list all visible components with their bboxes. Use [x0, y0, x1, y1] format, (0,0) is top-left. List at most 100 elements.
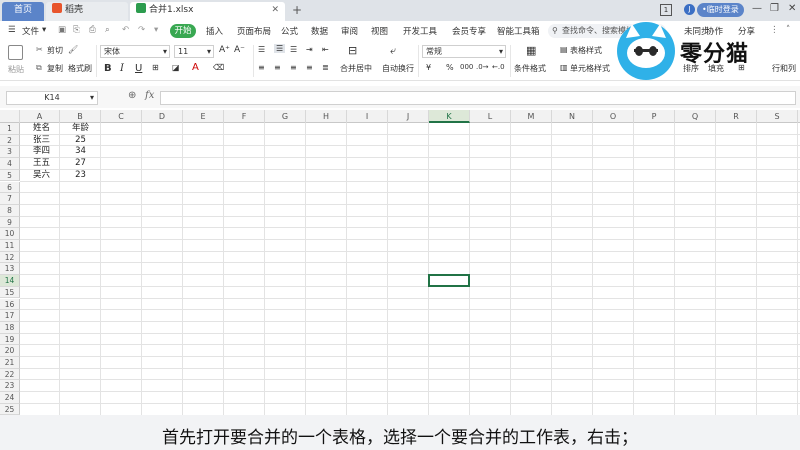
- hamburger-icon[interactable]: ☰: [8, 25, 16, 35]
- font-name-select[interactable]: 宋体 ▾: [100, 45, 170, 58]
- print-icon[interactable]: ⎙: [89, 25, 96, 35]
- new-tab-icon[interactable]: +: [292, 2, 302, 19]
- increase-font-icon[interactable]: A⁺: [219, 45, 230, 55]
- minimize-icon[interactable]: —: [752, 3, 762, 14]
- bold-button[interactable]: B: [104, 63, 112, 74]
- menu-member[interactable]: 会员专享: [452, 25, 486, 37]
- row-header-11[interactable]: 11: [0, 240, 20, 252]
- cell-style-button[interactable]: 单元格样式: [570, 63, 610, 74]
- underline-button[interactable]: U: [135, 63, 142, 74]
- column-header-d[interactable]: D: [142, 110, 183, 123]
- row-header-24[interactable]: 24: [0, 392, 20, 404]
- menu-developer[interactable]: 开发工具: [403, 25, 437, 37]
- cell-a1[interactable]: 姓名: [33, 123, 50, 134]
- align-center-icon[interactable]: ≡: [274, 63, 281, 72]
- border-icon[interactable]: ⊞: [152, 63, 159, 72]
- insert-function-button[interactable]: fx: [145, 90, 154, 101]
- table-style-button[interactable]: 表格样式: [570, 45, 602, 56]
- cond-format-button[interactable]: 条件格式: [514, 63, 546, 74]
- tab-workbook[interactable]: 合并1.xlsx ✕: [130, 2, 285, 21]
- row-header-15[interactable]: 15: [0, 286, 20, 299]
- login-button[interactable]: •临时登录: [697, 3, 744, 17]
- percent-button[interactable]: %: [446, 63, 454, 72]
- tab-docer[interactable]: 稻壳: [46, 2, 128, 21]
- undo-icon[interactable]: ↶: [122, 25, 129, 35]
- column-header-f[interactable]: F: [224, 110, 265, 123]
- close-tab-icon[interactable]: ✕: [271, 2, 279, 19]
- cell-a4[interactable]: 王五: [33, 158, 50, 169]
- indent-icon[interactable]: ⇥: [306, 45, 313, 54]
- copy-button[interactable]: 复制: [47, 63, 63, 74]
- column-header-l[interactable]: L: [470, 110, 511, 123]
- menu-page-layout[interactable]: 页面布局: [237, 25, 271, 37]
- row-header-16[interactable]: 16: [0, 298, 20, 311]
- row-header-10[interactable]: 10: [0, 228, 20, 240]
- column-header-p[interactable]: P: [634, 110, 675, 123]
- row-header-22[interactable]: 22: [0, 368, 20, 381]
- menu-view[interactable]: 视图: [371, 25, 388, 37]
- row-header-4[interactable]: 4: [0, 158, 20, 170]
- distribute-icon[interactable]: ≣: [322, 63, 329, 72]
- redo-icon[interactable]: ↷: [138, 25, 145, 35]
- row-header-18[interactable]: 18: [0, 321, 20, 334]
- italic-button[interactable]: I: [120, 63, 124, 74]
- merge-center-button[interactable]: 合并居中: [340, 63, 372, 74]
- window-count-badge[interactable]: 1: [660, 4, 672, 16]
- column-header-h[interactable]: H: [306, 110, 347, 123]
- justify-icon[interactable]: ≡: [306, 63, 313, 72]
- row-header-12[interactable]: 12: [0, 251, 20, 264]
- row-header-9[interactable]: 9: [0, 216, 20, 229]
- row-header-2[interactable]: 2: [0, 134, 20, 147]
- menu-data[interactable]: 数据: [311, 25, 328, 37]
- row-header-21[interactable]: 21: [0, 357, 20, 369]
- align-top-icon[interactable]: ☰: [258, 45, 265, 54]
- cell-b3[interactable]: 34: [60, 146, 101, 157]
- column-header-s[interactable]: S: [757, 110, 798, 123]
- menu-file[interactable]: 文件: [22, 25, 39, 37]
- column-header-e[interactable]: E: [183, 110, 224, 123]
- cell-b5[interactable]: 23: [60, 170, 101, 181]
- decrease-font-icon[interactable]: A⁻: [234, 45, 245, 55]
- cell-b1[interactable]: 年龄: [60, 123, 101, 134]
- number-format-select[interactable]: 常规 ▾: [422, 45, 506, 58]
- formula-input[interactable]: [160, 91, 796, 105]
- fill-color-icon[interactable]: ◪: [172, 63, 180, 72]
- close-window-icon[interactable]: ✕: [788, 3, 796, 14]
- paste-button[interactable]: 粘贴: [8, 64, 24, 75]
- decrease-decimal-icon[interactable]: ←.0: [492, 63, 505, 71]
- column-header-a[interactable]: A: [20, 110, 60, 123]
- zoom-icon[interactable]: ⊕: [128, 90, 136, 101]
- cell-b2[interactable]: 25: [60, 135, 101, 146]
- align-right-icon[interactable]: ≡: [290, 63, 297, 72]
- avatar[interactable]: J: [684, 4, 695, 15]
- wrap-text-button[interactable]: 自动换行: [382, 63, 414, 74]
- preview-icon[interactable]: ⌕: [105, 25, 110, 35]
- menu-review[interactable]: 审阅: [341, 25, 358, 37]
- row-header-13[interactable]: 13: [0, 263, 20, 276]
- align-bottom-icon[interactable]: ☰: [290, 45, 297, 54]
- column-header-n[interactable]: N: [552, 110, 593, 123]
- cell-a3[interactable]: 李四: [33, 146, 50, 157]
- column-header-m[interactable]: M: [511, 110, 552, 123]
- column-header-k[interactable]: K: [429, 110, 470, 123]
- row-header-8[interactable]: 8: [0, 204, 20, 217]
- row-header-7[interactable]: 7: [0, 193, 20, 205]
- column-header-r[interactable]: R: [716, 110, 757, 123]
- select-all-corner[interactable]: [0, 110, 20, 123]
- row-header-20[interactable]: 20: [0, 345, 20, 357]
- currency-button[interactable]: ¥: [426, 63, 431, 72]
- row-header-17[interactable]: 17: [0, 310, 20, 322]
- menu-formula[interactable]: 公式: [281, 25, 298, 37]
- increase-decimal-icon[interactable]: .0→: [476, 63, 489, 71]
- menu-smart-toolbox[interactable]: 智能工具箱: [497, 25, 540, 37]
- menu-start[interactable]: 开始: [170, 24, 196, 38]
- row-header-5[interactable]: 5: [0, 169, 20, 182]
- row-header-19[interactable]: 19: [0, 333, 20, 346]
- sheet-grid[interactable]: ABCDEFGHIJKLMNOPQRS 1 2 3 4 5 6 7 8 9 10 11 12 13 14 1…: [0, 110, 800, 415]
- row-header-25[interactable]: 25: [0, 403, 20, 415]
- align-left-icon[interactable]: ≡: [258, 63, 265, 72]
- row-header-3[interactable]: 3: [0, 146, 20, 159]
- align-middle-icon[interactable]: ☰: [274, 44, 286, 53]
- row-header-1[interactable]: 1: [0, 123, 20, 135]
- outdent-icon[interactable]: ⇤: [322, 45, 329, 54]
